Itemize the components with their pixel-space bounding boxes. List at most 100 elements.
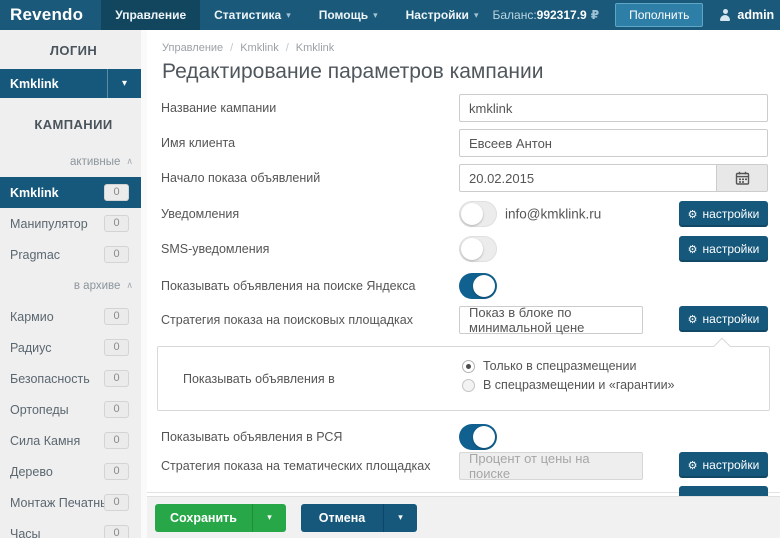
gear-icon: ⚙ [687,458,698,472]
group-toggle-active[interactable]: активные ∧ [0,146,147,177]
settings-button-label: настройки [702,458,760,472]
count-badge: 0 [104,463,129,480]
count-badge: 0 [104,370,129,387]
cancel-split-button: Отмена ▾ [301,503,417,532]
field-label: Стратегия показа на поисковых площадках [161,313,413,327]
yandex-search-toggle[interactable] [459,273,497,299]
sidebar-item-manipulator[interactable]: Манипулятор 0 [0,208,141,239]
count-badge: 0 [104,401,129,418]
ruble-icon: ₽ [590,8,600,22]
notifications-toggle[interactable] [459,201,497,227]
group-label: в архиве [73,279,121,292]
radio-option-special-and-guarantee[interactable]: В спецразмещении и «гарантии» [462,378,675,392]
notifications-settings-button[interactable]: ⚙ настройки [679,201,768,227]
form-row-notifications: Уведомления info@kmklink.ru ⚙ настройки [147,201,780,227]
save-button[interactable]: Сохранить [155,503,252,532]
count-badge: 0 [104,525,129,538]
user-name: admin [737,8,775,22]
cancel-dropdown-button[interactable]: ▾ [383,503,417,532]
cancel-button[interactable]: Отмена [301,503,383,532]
settings-button-label: настройки [702,312,760,326]
topbar-right-group: Баланс: 992317.9 ₽ Пополнить admin ▾ [492,0,780,30]
toggle-knob [473,426,495,448]
nav-item-help[interactable]: Помощь ▾ [305,0,392,30]
notifications-email: info@kmklink.ru [505,206,602,222]
datepicker-button[interactable] [717,164,768,192]
balance-value: 992317.9 [536,8,587,22]
gear-icon: ⚙ [687,207,698,221]
sms-settings-button[interactable]: ⚙ настройки [679,236,768,262]
field-label: Название кампании [161,101,277,115]
sidebar-item-pragmac[interactable]: Pragmac 0 [0,239,141,270]
sidebar-item-kmklink[interactable]: Kmklink 0 [0,177,141,208]
panel-callout-arrow [713,337,731,355]
login-selected-value: Kmklink [10,76,59,91]
toggle-knob [461,203,483,225]
theme-strategy-input[interactable]: Процент от цены на поиске [459,451,643,481]
chevron-down-icon: ▾ [107,69,141,98]
sidebar-item-radius[interactable]: Радиус 0 [0,332,141,363]
group-toggle-archive[interactable]: в архиве ∧ [0,270,147,301]
main-content: Управление / Kmklink / Kmklink Редактиро… [147,30,780,538]
radio-unselected-icon [462,378,475,392]
nav-item-settings[interactable]: Настройки ▾ [392,0,493,30]
group-label: активные [70,155,121,168]
placement-options-panel: Показывать объявления в Только в спецраз… [157,337,770,411]
sidebar-item-montazh[interactable]: Монтаж Печатны ... 0 [0,487,141,518]
user-menu[interactable]: admin ▾ [719,8,780,22]
sms-toggle[interactable] [459,236,497,262]
search-strategy-settings-button[interactable]: ⚙ настройки [679,306,768,332]
top-navigation-bar: Revendo Управление Статистика ▾ Помощь ▾… [0,0,780,30]
breadcrumb-item[interactable]: Управление [162,42,223,54]
login-section-header: ЛОГИН [49,43,98,58]
count-badge: 0 [104,308,129,325]
chevron-down-icon: ▾ [267,512,272,522]
breadcrumb: Управление / Kmklink / Kmklink [147,30,780,54]
action-bar: Сохранить ▾ Отмена ▾ [147,496,780,538]
chevron-down-icon: ▾ [286,9,291,20]
sidebar-item-ortopedy[interactable]: Ортопеды 0 [0,394,141,425]
sidebar-item-security[interactable]: Безопасность 0 [0,363,141,394]
nav-item-label: Помощь [318,8,369,22]
page-title: Редактирование параметров кампании [162,60,544,83]
settings-button-label: настройки [702,207,760,221]
breadcrumb-separator: / [285,42,289,54]
form-row-search-strategy: Стратегия показа на поисковых площадках … [147,305,780,335]
chevron-down-icon: ▾ [473,9,479,20]
search-strategy-input[interactable]: Показ в блоке по минимальной цене [459,305,643,335]
form-row-rsya: Показывать объявления в РСЯ [147,424,780,450]
start-date-input[interactable]: 20.02.2015 [459,164,717,192]
field-label: Стратегия показа на тематических площадк… [161,459,431,473]
app-logo: Revendo [10,5,84,24]
nav-item-management[interactable]: Управление [101,0,201,30]
form-row-client-name: Имя клиента Евсеев Антон [147,129,780,157]
radio-option-special-only[interactable]: Только в спецразмещении [462,359,636,373]
topup-button[interactable]: Пополнить [615,3,704,27]
breadcrumb-item[interactable]: Kmklink [296,42,335,54]
nav-item-statistics[interactable]: Статистика ▾ [200,0,305,30]
rsya-toggle[interactable] [459,424,497,450]
sidebar-item-sila-kamnya[interactable]: Сила Камня 0 [0,425,141,456]
client-name-input[interactable]: Евсеев Антон [459,129,768,157]
chevron-down-icon: ▾ [398,512,403,522]
theme-strategy-settings-button[interactable]: ⚙ настройки [679,452,768,478]
settings-button-label: настройки [702,242,760,256]
radio-selected-icon [462,359,475,373]
count-badge: 0 [104,215,129,232]
campaign-name-input[interactable]: kmklink [459,94,768,122]
balance-label: Баланс: [492,8,537,22]
sidebar-item-chasy[interactable]: Часы 0 [0,518,141,538]
save-dropdown-button[interactable]: ▾ [252,503,286,532]
user-icon [719,9,731,21]
breadcrumb-item[interactable]: Kmklink [240,42,279,54]
field-label: Имя клиента [161,136,236,150]
count-badge: 0 [104,432,129,449]
toggle-knob [473,275,495,297]
field-label: SMS-уведомления [161,242,270,256]
count-badge: 0 [104,339,129,356]
sidebar-item-karmio[interactable]: Кармио 0 [0,301,141,332]
sidebar-item-derevo[interactable]: Дерево 0 [0,456,141,487]
nav-item-label: Статистика [214,8,282,22]
login-select-dropdown[interactable]: Kmklink ▾ [0,69,141,98]
form-row-start-date: Начало показа объявлений 20.02.2015 [147,164,780,192]
